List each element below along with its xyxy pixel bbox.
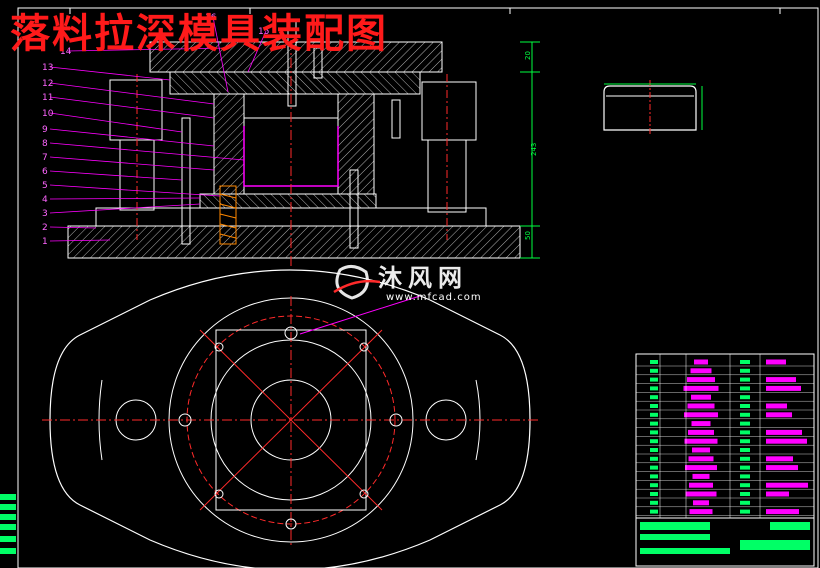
part-label-12: 12	[42, 79, 53, 89]
part-label-10: 10	[42, 109, 54, 119]
part-label-11: 11	[42, 93, 53, 103]
base-plate	[67, 225, 521, 259]
drawing-title: 落料拉深模具装配图	[10, 10, 388, 57]
leader-line-6	[49, 170, 183, 181]
watermark-url: www.mfcad.com	[386, 292, 482, 303]
watermark-name: 沐风网	[378, 264, 468, 292]
leader-line-7	[49, 156, 215, 171]
leader-line-9	[49, 128, 215, 147]
die-block-right	[337, 93, 375, 195]
plan-view	[42, 269, 540, 568]
bom-rows	[636, 354, 814, 518]
punch-holder	[169, 71, 421, 95]
leader-line-4	[49, 197, 201, 200]
part-label-4: 4	[42, 195, 48, 205]
part-label-6: 6	[42, 167, 48, 177]
title-block	[635, 353, 815, 567]
part-label-3: 3	[42, 209, 48, 219]
dim-base-plate: 50	[524, 231, 532, 240]
revision-block	[0, 494, 16, 554]
leader-line-11	[49, 96, 215, 119]
part-label-9: 9	[42, 125, 48, 135]
die-block-left	[213, 93, 245, 195]
dim-top-plate: 20	[524, 51, 532, 60]
part-label-5: 5	[42, 181, 48, 191]
part-label-2: 2	[42, 223, 48, 233]
watermark-logo	[333, 265, 381, 300]
part-label-7: 7	[42, 153, 48, 163]
product-sketch	[603, 80, 703, 136]
screw-right	[391, 99, 401, 139]
part-label-1: 1	[42, 237, 48, 247]
leader-line-5	[49, 184, 221, 197]
part-label-13: 13	[42, 63, 53, 73]
part-label-8: 8	[42, 139, 48, 149]
dim-total-height: 243	[530, 143, 538, 156]
guide-bush-right	[421, 81, 477, 141]
bolt-left	[181, 117, 191, 245]
front-section-view: 20 243 50	[67, 19, 540, 268]
